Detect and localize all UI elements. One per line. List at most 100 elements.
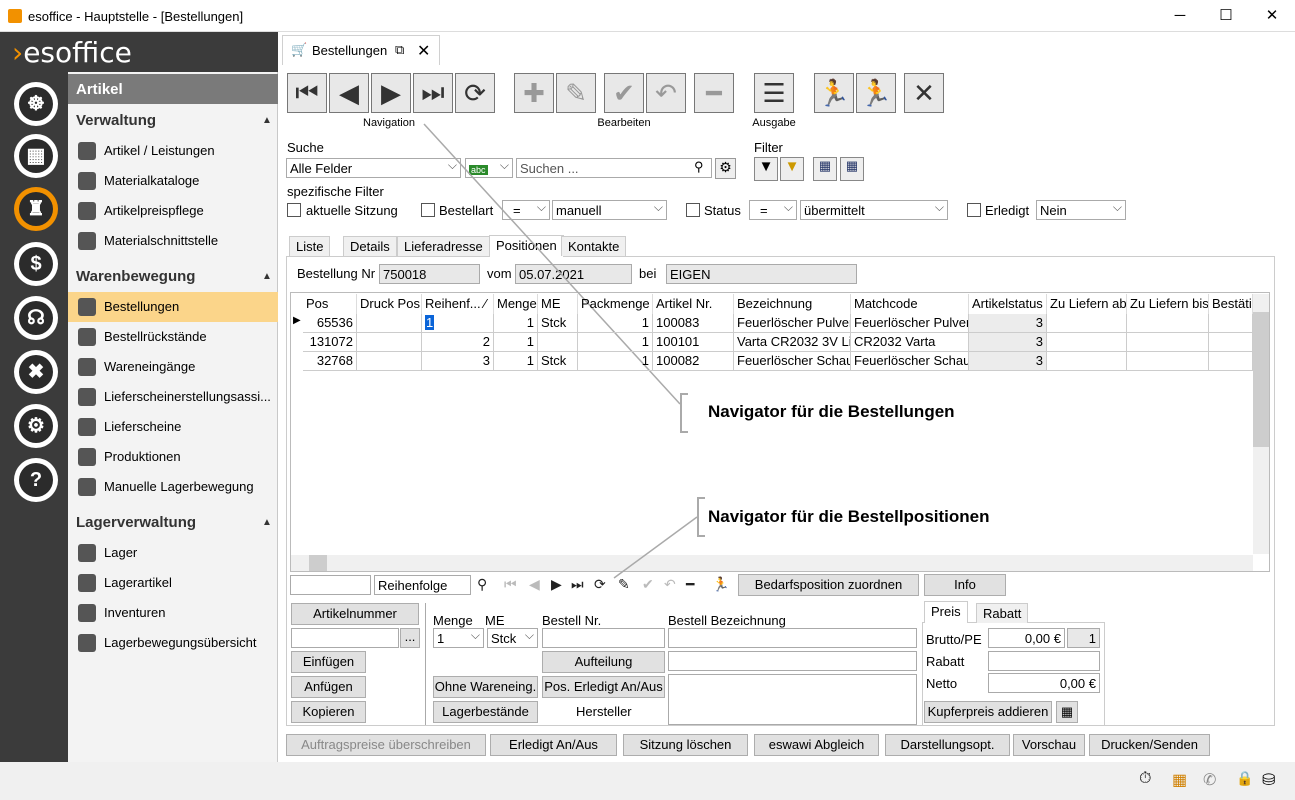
info-button[interactable]: Info bbox=[924, 574, 1006, 596]
grid-cell[interactable]: 131072 bbox=[303, 333, 357, 352]
tab-preis[interactable]: Preis bbox=[924, 601, 968, 623]
artikelnummer-button[interactable]: Artikelnummer bbox=[291, 603, 419, 625]
grid-cell[interactable]: 100101 bbox=[653, 333, 734, 352]
grid-cell[interactable]: Stck bbox=[538, 352, 578, 371]
grid-cell[interactable]: 1 bbox=[578, 314, 653, 333]
grid-cell[interactable]: Stck bbox=[538, 314, 578, 333]
calculator-icon[interactable]: ▦ bbox=[1056, 701, 1078, 723]
grid-header-12[interactable]: Bestäti bbox=[1209, 294, 1253, 314]
grid-cell[interactable]: 1 bbox=[494, 352, 538, 371]
grid-cell[interactable]: 3 bbox=[969, 352, 1047, 371]
posnav-search-icon[interactable]: ⚲ bbox=[477, 576, 487, 593]
grid-cell[interactable] bbox=[1127, 314, 1209, 333]
phone-icon[interactable]: ✆ bbox=[1203, 770, 1216, 790]
grid-cell[interactable]: 65536 bbox=[303, 314, 357, 333]
pos-erledigt-button[interactable]: Pos. Erledigt An/Aus bbox=[542, 676, 665, 698]
ohne-wareneingang-button[interactable]: Ohne Wareneing. bbox=[433, 676, 538, 698]
posnav-prev-icon[interactable]: ◀ bbox=[529, 576, 540, 593]
brutto-input[interactable]: 0,00 € bbox=[988, 628, 1065, 648]
grid-cell[interactable] bbox=[1209, 333, 1253, 352]
grid-cell[interactable] bbox=[1127, 333, 1209, 352]
grid-header-2[interactable]: Reihenf... ⁄ bbox=[422, 294, 494, 314]
grid-cell[interactable] bbox=[538, 333, 578, 352]
grid-header-4[interactable]: ME bbox=[538, 294, 578, 314]
tab-rabatt[interactable]: Rabatt bbox=[976, 603, 1029, 623]
auftragspreise-button[interactable]: Auftragspreise überschreiben bbox=[286, 734, 486, 756]
bezeichnung-input-2[interactable] bbox=[668, 651, 917, 671]
building-icon[interactable]: ▦ bbox=[1172, 770, 1187, 790]
grid-cell[interactable] bbox=[357, 314, 422, 333]
grid-header-5[interactable]: Packmenge bbox=[578, 294, 653, 314]
lagerbestaende-button[interactable]: Lagerbestände bbox=[433, 701, 538, 723]
timer-icon[interactable]: ⏱ bbox=[1139, 770, 1151, 788]
grid-header-1[interactable]: Druck Pos bbox=[357, 294, 422, 314]
rabatt-input[interactable] bbox=[988, 651, 1100, 671]
drucken-senden-button[interactable]: Drucken/Senden bbox=[1089, 734, 1210, 756]
bedarfsposition-button[interactable]: Bedarfsposition zuordnen bbox=[738, 574, 919, 596]
grid-header-8[interactable]: Matchcode bbox=[851, 294, 969, 314]
aufteilung-button[interactable]: Aufteilung bbox=[542, 651, 665, 673]
grid-header-3[interactable]: Menge bbox=[494, 294, 538, 314]
grid-cell[interactable] bbox=[1209, 314, 1253, 333]
grid-cell[interactable]: Feuerlöscher Schau bbox=[734, 352, 851, 371]
posnav-sort-field[interactable]: Reihenfolge bbox=[374, 575, 471, 595]
posnav-last-icon[interactable]: ⏭ bbox=[571, 576, 584, 593]
grid-cell[interactable] bbox=[1047, 333, 1127, 352]
database-icon[interactable]: ⛁ bbox=[1262, 770, 1275, 790]
grid-cell[interactable]: 1 bbox=[578, 352, 653, 371]
artikelnummer-input[interactable] bbox=[291, 628, 399, 648]
grid-cell[interactable] bbox=[1127, 352, 1209, 371]
grid-cell[interactable]: 3 bbox=[422, 352, 494, 371]
einfuegen-button[interactable]: Einfügen bbox=[291, 651, 366, 673]
bestellnr-input[interactable] bbox=[542, 628, 665, 648]
lock-icon[interactable]: 🔒 bbox=[1236, 770, 1253, 787]
vorschau-button[interactable]: Vorschau bbox=[1013, 734, 1085, 756]
me-select[interactable]: Stck bbox=[487, 628, 538, 648]
posnav-delete-icon[interactable]: ━ bbox=[686, 576, 694, 593]
darstellungsopt-button[interactable]: Darstellungsopt. bbox=[885, 734, 1010, 756]
netto-input[interactable]: 0,00 € bbox=[988, 673, 1100, 693]
grid-cell[interactable]: CR2032 Varta bbox=[851, 333, 969, 352]
grid-cell[interactable]: 3 bbox=[969, 333, 1047, 352]
kupferpreis-button[interactable]: Kupferpreis addieren bbox=[924, 701, 1052, 723]
posnav-search-input[interactable] bbox=[290, 575, 371, 595]
posnav-run-icon[interactable]: 🏃 bbox=[712, 576, 729, 593]
grid-cell[interactable]: 100082 bbox=[653, 352, 734, 371]
erledigt-anaus-button[interactable]: Erledigt An/Aus bbox=[490, 734, 617, 756]
grid-cell[interactable]: Feuerlöscher Pulver bbox=[851, 314, 969, 333]
grid-cell[interactable] bbox=[1047, 314, 1127, 333]
grid-header-6[interactable]: Artikel Nr. bbox=[653, 294, 734, 314]
grid-cell[interactable]: 1 bbox=[494, 333, 538, 352]
posnav-edit-icon[interactable]: ✎ bbox=[618, 576, 630, 593]
posnav-undo-icon[interactable]: ↶ bbox=[664, 576, 676, 593]
anfuegen-button[interactable]: Anfügen bbox=[291, 676, 366, 698]
grid-cell[interactable]: 1 bbox=[422, 314, 494, 333]
grid-header-7[interactable]: Bezeichnung bbox=[734, 294, 851, 314]
grid-header-10[interactable]: Zu Liefern ab bbox=[1047, 294, 1127, 314]
posnav-next-icon[interactable]: ▶ bbox=[551, 576, 562, 593]
grid-header-9[interactable]: Artikelstatus bbox=[969, 294, 1047, 314]
grid-header-0[interactable]: Pos bbox=[303, 294, 357, 314]
grid-cell[interactable]: 1 bbox=[494, 314, 538, 333]
posnav-save-icon[interactable]: ✔ bbox=[642, 576, 654, 593]
grid-cell[interactable] bbox=[357, 352, 422, 371]
artikel-lookup-button[interactable]: ... bbox=[400, 628, 420, 648]
grid-cell[interactable]: 1 bbox=[578, 333, 653, 352]
posnav-refresh-icon[interactable]: ⟳ bbox=[594, 576, 606, 593]
eswawi-abgleich-button[interactable]: eswawi Abgleich bbox=[754, 734, 879, 756]
grid-cell[interactable]: Feuerlöscher Pulver bbox=[734, 314, 851, 333]
menge-select[interactable]: 1 bbox=[433, 628, 484, 648]
grid-cell[interactable] bbox=[1209, 352, 1253, 371]
grid-cell[interactable] bbox=[1047, 352, 1127, 371]
grid-cell[interactable]: Varta CR2032 3V Lit bbox=[734, 333, 851, 352]
pe-input[interactable]: 1 bbox=[1067, 628, 1100, 648]
sitzung-loeschen-button[interactable]: Sitzung löschen bbox=[623, 734, 748, 756]
grid-cell[interactable]: 3 bbox=[969, 314, 1047, 333]
grid-cell[interactable]: 2 bbox=[422, 333, 494, 352]
grid-header-11[interactable]: Zu Liefern bis bbox=[1127, 294, 1209, 314]
grid-cell[interactable]: 100083 bbox=[653, 314, 734, 333]
grid-cell[interactable]: Feuerlöscher Schau bbox=[851, 352, 969, 371]
grid-cell[interactable]: 32768 bbox=[303, 352, 357, 371]
bezeichnung-textarea[interactable] bbox=[668, 674, 917, 725]
bezeichnung-input-1[interactable] bbox=[668, 628, 917, 648]
